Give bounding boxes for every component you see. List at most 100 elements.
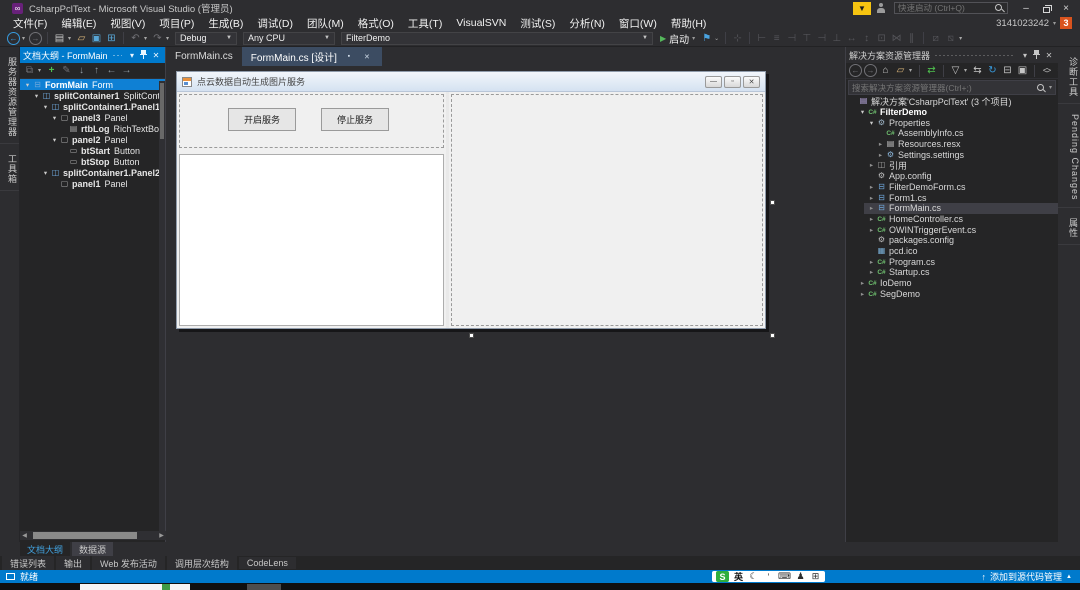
toolbar-overflow-icon[interactable]: ▾ — [957, 32, 964, 45]
form-maximize-button[interactable]: ▫ — [724, 76, 741, 88]
solution-explorer-header[interactable]: 解决方案资源管理器 ▾ ✕ — [846, 47, 1058, 63]
solution-tree-item[interactable]: Properties — [864, 117, 1058, 128]
solution-configuration-select[interactable]: Debug▼ — [175, 32, 237, 45]
copy-element-dropdown-icon[interactable]: ▾ — [36, 64, 43, 77]
nav-backward-dropdown-icon[interactable]: ▾ — [20, 32, 27, 45]
solution-tree-item[interactable]: 引用 — [864, 160, 1058, 171]
minimize-button[interactable]: – — [1016, 1, 1036, 15]
switch-views-icon[interactable]: ⇆ — [971, 64, 984, 77]
start-service-button[interactable]: 开启服务 — [228, 108, 296, 131]
expander-icon[interactable] — [867, 226, 876, 234]
outline-tree-item[interactable]: rtbLog RichTextBox — [56, 123, 165, 134]
tool-window-tab[interactable]: Pending Changes — [1058, 108, 1080, 208]
solution-tree-item[interactable]: Resources.resx — [873, 139, 1058, 150]
close-icon[interactable]: ✕ — [150, 51, 162, 60]
tool-window-tab[interactable]: CodeLens — [239, 557, 296, 569]
show-all-files-icon[interactable]: ▣ — [1016, 64, 1029, 77]
expander-icon[interactable] — [50, 136, 59, 144]
start-debugging-button[interactable]: ▶ 启动 ▾ — [656, 31, 699, 46]
attach-debugger-icon[interactable]: ⚑ — [700, 32, 713, 45]
outline-horizontal-scrollbar[interactable]: ◀ ▶ — [20, 531, 166, 540]
solution-search-input[interactable] — [852, 83, 1036, 93]
copy-element-icon[interactable]: ⧉ — [23, 64, 36, 77]
tool-window-tab[interactable]: 诊断工具 — [1058, 51, 1080, 104]
view-code-icon[interactable]: <> — [1040, 64, 1053, 77]
align-tops-icon[interactable]: ⊤ — [800, 32, 813, 45]
tool-window-tab[interactable]: 错误列表 — [2, 556, 54, 571]
move-out-icon[interactable]: ← — [105, 64, 118, 77]
solution-tree-item[interactable]: App.config — [864, 171, 1058, 182]
document-outline-header[interactable]: 文档大纲 - FormMain ▾ ✕ — [20, 47, 165, 63]
outline-tree-item[interactable]: btStop Button — [56, 156, 165, 167]
signin-id[interactable]: 3141023242 — [996, 18, 1049, 29]
right-panel[interactable] — [451, 94, 763, 326]
outline-tree-item[interactable]: panel3 Panel — [47, 112, 165, 123]
ime-punctuation-icon[interactable]: ’ — [763, 570, 774, 583]
redo-dropdown-icon[interactable]: ▾ — [164, 32, 171, 45]
tool-window-tab[interactable]: Web 发布活动 — [92, 556, 165, 571]
expander-icon[interactable] — [858, 290, 867, 298]
split-panel-1[interactable]: 开启服务 停止服务 — [177, 92, 449, 328]
outline-tree-item[interactable]: panel1 Panel — [47, 178, 165, 189]
solution-tree-item[interactable]: HomeController.cs — [864, 214, 1058, 225]
snap-to-grid-icon[interactable]: ⊹ — [731, 32, 744, 45]
solution-tree-item[interactable]: FilterDemoForm.cs — [864, 182, 1058, 193]
notifications-flag-icon[interactable]: ▼ — [853, 2, 871, 15]
expander-icon[interactable] — [867, 183, 876, 191]
nav-forward-icon[interactable]: → — [29, 32, 42, 45]
expander-icon[interactable] — [867, 204, 876, 212]
menu-item[interactable]: 视图(V) — [103, 16, 152, 31]
expander-icon[interactable] — [867, 258, 876, 266]
resize-handle-right[interactable] — [770, 200, 775, 205]
designer-surface[interactable]: 点云数据自动生成图片服务 — ▫ ✕ 开启服务 停止服务 — [166, 66, 845, 542]
resize-handle-bottom[interactable] — [469, 333, 474, 338]
solution-platform-select[interactable]: Any CPU▼ — [243, 32, 335, 45]
solution-tree-item[interactable]: packages.config — [864, 235, 1058, 246]
chevron-down-icon[interactable]: ▾ — [1049, 84, 1052, 91]
add-element-icon[interactable]: + — [45, 64, 58, 77]
menu-item[interactable]: VisualSVN — [449, 17, 513, 29]
nav-backward-icon[interactable]: ← — [7, 32, 20, 45]
save-all-icon[interactable]: ⊞ — [105, 32, 118, 45]
save-icon[interactable]: ▣ — [90, 32, 103, 45]
signin-dropdown-icon[interactable]: ▾ — [1053, 20, 1056, 27]
pin-icon[interactable] — [1036, 55, 1037, 59]
outline-tree-item[interactable]: panel2 Panel — [47, 134, 165, 145]
feedback-icon[interactable] — [876, 3, 887, 14]
tab-formmain-cs[interactable]: FormMain.cs — [166, 47, 242, 66]
ime-grid-icon[interactable]: ⊞ — [810, 570, 821, 583]
menu-item[interactable]: 测试(S) — [513, 16, 562, 31]
move-up-icon[interactable]: ↑ — [90, 64, 103, 77]
home-icon[interactable]: ⌂ — [879, 64, 892, 77]
scrollbar-thumb[interactable] — [33, 532, 137, 539]
expander-icon[interactable] — [858, 108, 867, 116]
outline-tree-item[interactable]: splitContainer1.Panel2 Split — [38, 167, 165, 178]
pending-changes-filter-icon[interactable]: ▽ — [949, 64, 962, 77]
ime-user-icon[interactable]: ♟ — [795, 570, 806, 583]
undo-dropdown-icon[interactable]: ▾ — [142, 32, 149, 45]
form-minimize-button[interactable]: — — [705, 76, 722, 88]
expander-icon[interactable] — [867, 215, 876, 223]
sogou-logo-icon[interactable]: S — [716, 571, 729, 582]
folder-view-dropdown-icon[interactable]: ▾ — [907, 64, 914, 77]
expander-icon[interactable] — [41, 169, 50, 177]
menu-item[interactable]: 项目(P) — [152, 16, 201, 31]
window-position-icon[interactable]: ▾ — [1019, 51, 1031, 60]
ime-keyboard-icon[interactable]: ⌨ — [778, 570, 791, 583]
align-rights-icon[interactable]: ⊣ — [785, 32, 798, 45]
search-icon[interactable] — [1036, 83, 1046, 93]
tool-window-tab[interactable]: 输出 — [56, 556, 90, 571]
close-icon[interactable]: ✕ — [1043, 51, 1055, 60]
expander-icon[interactable] — [867, 194, 876, 202]
expander-icon[interactable] — [876, 151, 885, 159]
same-height-icon[interactable]: ↕ — [860, 32, 873, 45]
tool-window-tab[interactable]: 调用层次结构 — [167, 556, 237, 571]
tab-formmain-designer[interactable]: FormMain.cs [设计] ▪ ✕ — [242, 47, 382, 66]
expander-icon[interactable] — [867, 268, 876, 276]
designed-form[interactable]: 点云数据自动生成图片服务 — ▫ ✕ 开启服务 停止服务 — [176, 71, 766, 329]
sync-with-active-document-icon[interactable]: ⇄ — [925, 64, 938, 77]
pending-changes-filter-dropdown-icon[interactable]: ▾ — [962, 64, 969, 77]
nav-backward-icon[interactable]: ← — [849, 64, 862, 77]
quick-launch-input[interactable] — [898, 3, 994, 13]
stop-service-button[interactable]: 停止服务 — [321, 108, 389, 131]
